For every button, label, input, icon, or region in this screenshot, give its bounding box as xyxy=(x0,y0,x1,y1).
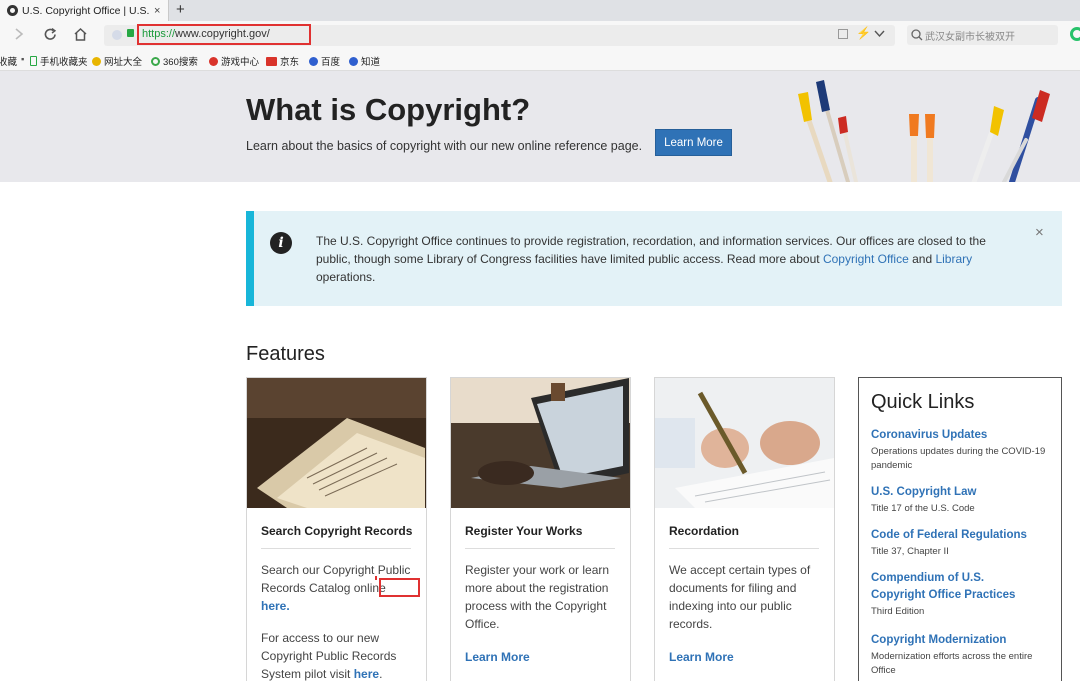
bookmark-hao[interactable]: 网址大全 xyxy=(92,54,142,68)
bookmark-baidu[interactable]: 百度 xyxy=(309,54,340,68)
divider xyxy=(669,548,819,549)
divider xyxy=(465,548,615,549)
bookmark-mobile[interactable]: 手机收藏夹 xyxy=(30,54,88,68)
feature-card-register: Register Your Works Register your work o… xyxy=(450,377,631,681)
site-favicon-icon xyxy=(7,5,18,16)
game-icon xyxy=(209,56,218,66)
copyright-law-link[interactable]: U.S. Copyright Law xyxy=(871,484,1046,501)
url-highlight-box xyxy=(137,24,311,45)
paintbrushes-image xyxy=(798,80,1050,182)
bookmark-jd[interactable]: 京东 xyxy=(266,54,299,68)
lock-icon xyxy=(127,29,134,37)
forward-icon[interactable] xyxy=(13,27,25,41)
chevron-down-icon[interactable] xyxy=(874,30,885,38)
quick-link-desc: Modernization efforts across the entire … xyxy=(871,651,1033,676)
jd-icon xyxy=(266,56,277,66)
quick-link-desc: Title 17 of the U.S. Code xyxy=(871,503,975,514)
catalog-here-link[interactable]: here. xyxy=(261,599,290,613)
hao-icon xyxy=(92,56,101,66)
site-info-icon[interactable] xyxy=(112,30,122,40)
card-title: Recordation xyxy=(669,524,740,538)
feature-card-recordation: Recordation We accept certain types of d… xyxy=(654,377,835,681)
card-body: We accept certain types of documents for… xyxy=(669,563,811,631)
zhidao-paw-icon xyxy=(349,56,358,66)
book-image xyxy=(247,378,426,508)
hero-subtitle: Learn about the basics of copyright with… xyxy=(246,139,643,153)
bookmark-favorites[interactable]: 收藏 xyxy=(0,54,17,68)
search-icon xyxy=(911,29,923,41)
hero-title: What is Copyright? xyxy=(246,92,531,127)
features-heading: Features xyxy=(246,343,325,365)
close-icon[interactable]: × xyxy=(1035,224,1044,241)
search-input[interactable]: 武汉女副市长被双开 xyxy=(907,25,1058,45)
qr-code-icon[interactable] xyxy=(838,29,848,39)
phone-icon xyxy=(30,56,37,66)
pilot-here-link[interactable]: here xyxy=(354,667,379,681)
bookmark-360search[interactable]: 360搜索 xyxy=(151,54,198,68)
quick-link-item: Code of Federal Regulations Title 37, Ch… xyxy=(871,527,1046,559)
quick-link-item: Copyright Modernization Modernization ef… xyxy=(871,632,1046,677)
card-title: Search Copyright Records xyxy=(261,524,413,538)
bookmark-games[interactable]: 游戏中心 xyxy=(209,54,259,68)
annotation-mark xyxy=(375,576,377,580)
coronavirus-updates-link[interactable]: Coronavirus Updates xyxy=(871,427,1046,444)
browser-tab[interactable]: U.S. Copyright Office | U.S. C × xyxy=(0,0,169,21)
home-icon[interactable] xyxy=(73,27,88,42)
quick-link-desc: Operations updates during the COVID-19 p… xyxy=(871,446,1046,471)
tab-close-icon[interactable]: × xyxy=(154,5,160,17)
learn-more-button[interactable]: Learn More xyxy=(655,129,732,156)
quick-link-item: U.S. Copyright Law Title 17 of the U.S. … xyxy=(871,484,1046,516)
new-tab-icon[interactable]: + xyxy=(176,0,185,19)
here-highlight-box xyxy=(379,578,420,597)
quick-link-desc: Third Edition xyxy=(871,606,925,617)
360-icon xyxy=(151,56,160,66)
laptop-image xyxy=(451,378,630,508)
library-link[interactable]: Library xyxy=(935,252,972,266)
copyright-modernization-link[interactable]: Copyright Modernization xyxy=(871,632,1046,649)
reload-icon[interactable] xyxy=(43,27,58,42)
speed-mode-icon[interactable]: ⚡ xyxy=(856,26,871,40)
divider xyxy=(261,548,411,549)
info-icon: i xyxy=(270,232,292,254)
bookmark-dropdown-icon[interactable]: ▪ xyxy=(21,54,24,65)
quick-link-item: Coronavirus Updates Operations updates d… xyxy=(871,427,1046,472)
bookmark-zhidao[interactable]: 知道 xyxy=(349,54,380,68)
copyright-office-link[interactable]: Copyright Office xyxy=(823,252,909,266)
feature-card-search: Search Copyright Records Search our Copy… xyxy=(246,377,427,681)
register-learn-more-link[interactable]: Learn More xyxy=(465,650,530,664)
tab-title: U.S. Copyright Office | U.S. C xyxy=(22,4,152,17)
quick-link-item: Compendium of U.S. Copyright Office Prac… xyxy=(871,570,1031,619)
recordation-learn-more-link[interactable]: Learn More xyxy=(669,650,734,664)
quick-link-desc: Title 37, Chapter II xyxy=(871,546,949,557)
alert-message: The U.S. Copyright Office continues to p… xyxy=(316,234,986,284)
compendium-link[interactable]: Compendium of U.S. Copyright Office Prac… xyxy=(871,570,1031,604)
quick-links-title: Quick Links xyxy=(871,391,975,413)
search-placeholder: 武汉女副市长被双开 xyxy=(925,31,1015,43)
federal-regulations-link[interactable]: Code of Federal Regulations xyxy=(871,527,1046,544)
card-body: Register your work or learn more about t… xyxy=(465,563,610,631)
card-title: Register Your Works xyxy=(465,524,583,538)
extension-icon[interactable] xyxy=(1070,27,1080,41)
baidu-paw-icon xyxy=(309,56,318,66)
signing-document-image xyxy=(655,378,834,508)
